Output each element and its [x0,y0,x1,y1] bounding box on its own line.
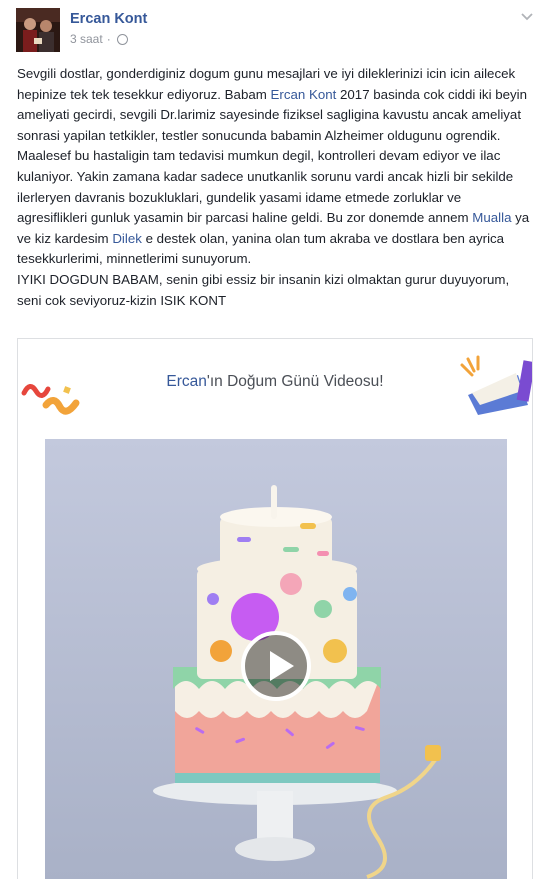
post-meta: 3 saat · [70,32,128,46]
post-header: Ercan Kont 3 saat · [16,8,538,52]
globe-icon[interactable] [116,33,128,45]
facebook-post: Ercan Kont 3 saat · Sevgili dostlar, gon… [0,0,550,879]
post-message: Sevgili dostlar, gonderdiginiz dogum gun… [17,64,535,311]
avatar[interactable] [16,8,60,52]
play-button[interactable] [241,631,311,701]
birthday-video[interactable] [45,439,507,879]
post-time[interactable]: 3 saat [70,32,103,46]
card-title-name[interactable]: Ercan [166,373,207,390]
chevron-down-icon[interactable] [520,10,534,24]
card-title[interactable]: Ercan'ın Doğum Günü Videosu! [18,373,532,391]
author-name[interactable]: Ercan Kont [70,11,147,27]
meta-separator: · [106,32,111,46]
card-title-rest: 'ın Doğum Günü Videosu! [206,373,384,390]
mention-mother-link[interactable]: Mualla [472,210,511,225]
message-text-5: IYIKI DOGDUN BABAM, senin gibi essiz bir… [17,271,510,308]
birthday-video-card[interactable]: Ercan'ın Doğum Günü Videosu! [17,338,533,879]
mention-father-link[interactable]: Ercan Kont [271,87,337,102]
message-text-2: 2017 basinda cok ciddi iki beyin ameliya… [17,86,528,226]
mention-sister-link[interactable]: Dilek [112,231,142,246]
